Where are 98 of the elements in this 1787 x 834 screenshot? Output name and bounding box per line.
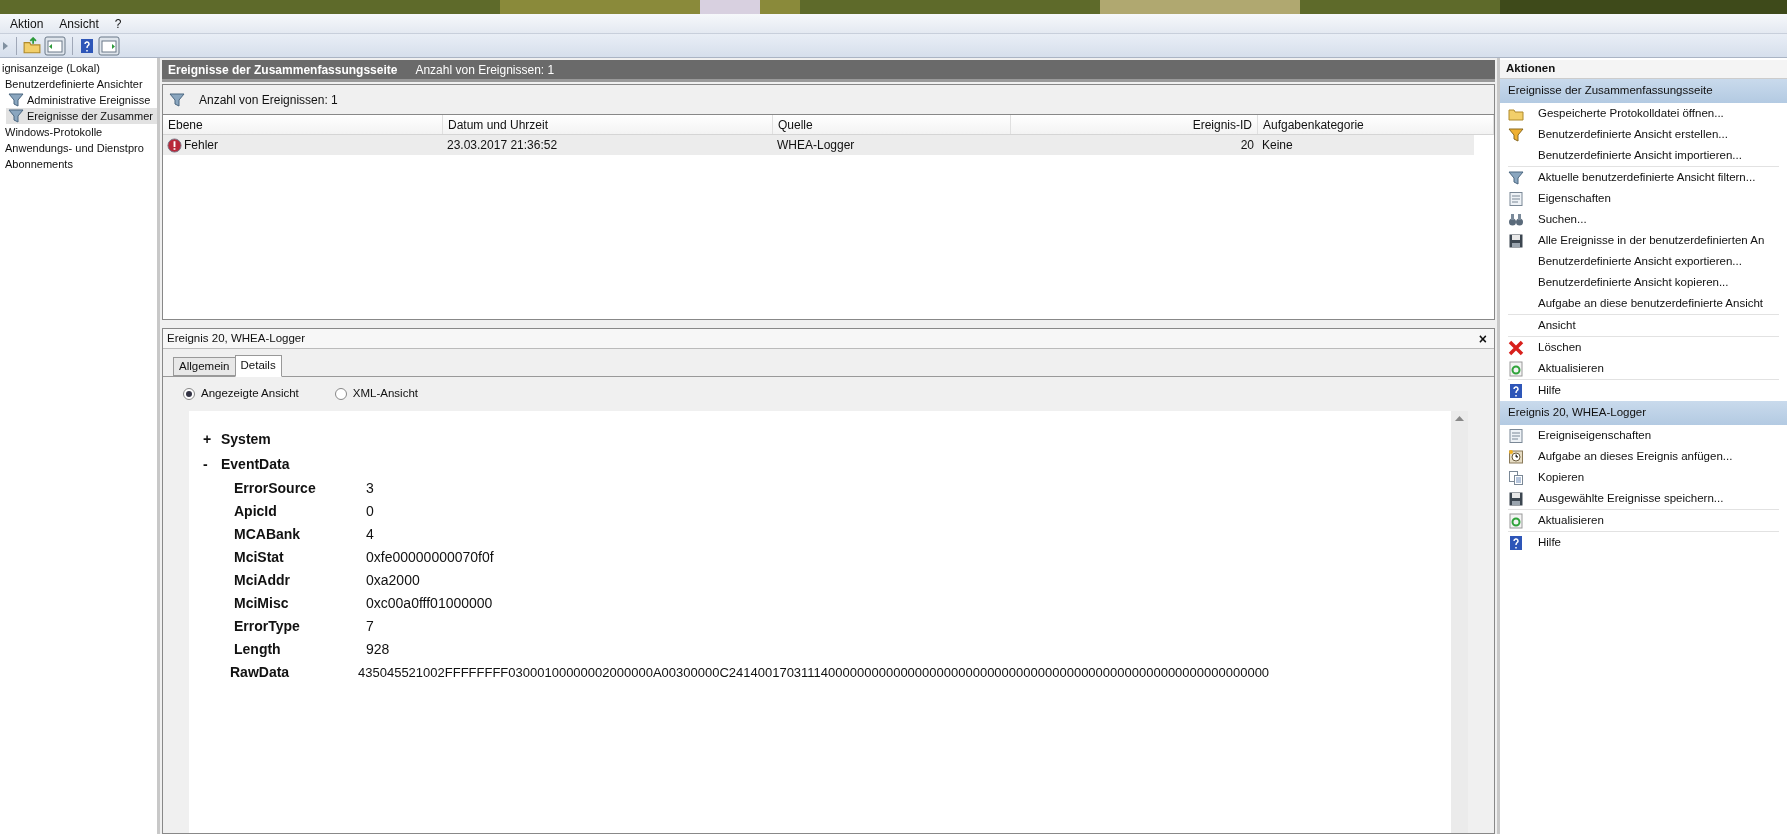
table-cell-text: WHEA-Logger bbox=[777, 137, 855, 154]
radio-option[interactable]: Angezeigte Ansicht bbox=[183, 385, 299, 403]
expand-toggle[interactable]: - bbox=[203, 454, 211, 475]
close-button[interactable]: × bbox=[1475, 331, 1490, 346]
field-value: 4 bbox=[366, 525, 374, 544]
properties-icon bbox=[1508, 427, 1524, 444]
refresh-icon bbox=[1508, 512, 1524, 529]
radio-button[interactable] bbox=[183, 388, 195, 400]
action-item[interactable]: Suchen... bbox=[1538, 210, 1587, 229]
column-header[interactable]: Ebene bbox=[163, 115, 443, 134]
action-item[interactable]: Hilfe bbox=[1538, 381, 1561, 400]
action-item[interactable]: Benutzerdefinierte Ansicht erstellen... bbox=[1538, 125, 1728, 144]
action-item[interactable]: Alle Ereignisse in der benutzerdefinierten An bbox=[1538, 231, 1765, 250]
action-item[interactable]: Ansicht bbox=[1538, 316, 1576, 335]
field-value: 435045521002FFFFFFFF03000100000002000000A00300000C241400170311140000000000000000000000000000000000000000000000000000000000000 bbox=[358, 663, 1270, 682]
tree-item[interactable]: Administrative Ereignisse bbox=[6, 92, 157, 108]
copy-icon bbox=[1508, 469, 1524, 486]
section-name: System bbox=[221, 430, 271, 449]
pane-toggle-icon[interactable] bbox=[44, 35, 66, 56]
action-item[interactable]: Kopieren bbox=[1538, 468, 1585, 487]
refresh-icon bbox=[1508, 360, 1524, 377]
action-item[interactable]: Aufgabe an diese benutzerdefinierte Ansicht bbox=[1538, 294, 1764, 313]
pane-toggle-icon[interactable] bbox=[98, 35, 120, 56]
actions-title: Aktionen bbox=[1500, 60, 1787, 79]
action-item[interactable]: Gespeicherte Protokolldatei öffnen... bbox=[1538, 104, 1724, 123]
action-item[interactable]: Hilfe bbox=[1538, 533, 1561, 552]
filter-icon bbox=[1508, 126, 1524, 143]
tree-item[interactable]: Abonnements bbox=[3, 156, 157, 172]
header-title: Ereignisse der Zusammenfassungsseite bbox=[168, 61, 398, 79]
column-header[interactable]: Ereignis-ID bbox=[1011, 115, 1258, 134]
details-title: Ereignis 20, WHEA-Logger bbox=[167, 330, 306, 346]
filter-icon bbox=[1508, 169, 1524, 186]
field-name: ErrorType bbox=[234, 617, 301, 636]
action-item[interactable]: Eigenschaften bbox=[1538, 189, 1611, 208]
delete-icon bbox=[1508, 339, 1524, 356]
tree-item[interactable]: ignisanzeige (Lokal) bbox=[0, 60, 157, 76]
field-name: ApicId bbox=[234, 502, 278, 521]
field-value: 0xfe00000000070f0f bbox=[366, 548, 494, 567]
field-name: ErrorSource bbox=[234, 479, 317, 498]
field-name: MciMisc bbox=[234, 594, 290, 613]
action-item[interactable]: Ereigniseigenschaften bbox=[1538, 426, 1652, 445]
action-item[interactable]: Benutzerdefinierte Ansicht importieren... bbox=[1538, 146, 1742, 165]
help-icon[interactable] bbox=[79, 36, 95, 55]
section-header[interactable]: Ereignisse der Zusammenfassungsseite bbox=[1500, 79, 1787, 103]
properties-icon bbox=[1508, 190, 1524, 207]
help-icon bbox=[1508, 534, 1524, 551]
help-icon bbox=[1508, 382, 1524, 399]
menu-item[interactable]: Aktion bbox=[2, 14, 52, 33]
section-name: EventData bbox=[221, 455, 290, 474]
field-value: 3 bbox=[366, 479, 374, 498]
tree-item[interactable]: Anwendungs- und Dienstpro bbox=[3, 140, 157, 156]
section-header[interactable]: Ereignis 20, WHEA-Logger bbox=[1500, 401, 1787, 425]
table-cell-text: Keine bbox=[1262, 137, 1293, 154]
action-item[interactable]: Benutzerdefinierte Ansicht kopieren... bbox=[1538, 273, 1729, 292]
tree-item[interactable]: Benutzerdefinierte Ansichter bbox=[3, 76, 157, 92]
action-item[interactable]: Aktualisieren bbox=[1538, 511, 1604, 530]
action-item[interactable]: Benutzerdefinierte Ansicht exportieren... bbox=[1538, 252, 1742, 271]
header-count: Anzahl von Ereignissen: 1 bbox=[415, 61, 555, 79]
clock-icon bbox=[1508, 448, 1524, 465]
event-count: Anzahl von Ereignissen: 1 bbox=[199, 91, 338, 109]
table-cell-text: 23.03.2017 21:36:52 bbox=[447, 137, 558, 154]
action-item[interactable]: Aktualisieren bbox=[1538, 359, 1604, 378]
field-value: 0xa2000 bbox=[366, 571, 420, 590]
binoculars-icon bbox=[1508, 211, 1524, 228]
action-item[interactable]: Ausgewählte Ereignisse speichern... bbox=[1538, 489, 1724, 508]
scrollbar[interactable] bbox=[1451, 411, 1468, 833]
field-value: 0 bbox=[366, 502, 374, 521]
error-icon bbox=[167, 137, 182, 153]
table-row[interactable]: Fehler 23.03.2017 21:36:52 WHEA-Logger 20 Keine bbox=[163, 135, 1474, 155]
action-item[interactable]: Aktuelle benutzerdefinierte Ansicht filtern... bbox=[1538, 168, 1756, 187]
field-name: MCABank bbox=[234, 525, 302, 544]
filter-icon bbox=[169, 91, 185, 108]
expand-toggle[interactable]: + bbox=[203, 429, 211, 450]
tree-item[interactable]: Ereignisse der Zusammer bbox=[6, 108, 157, 124]
field-name: Length bbox=[234, 640, 282, 659]
tree-item[interactable]: Windows-Protokolle bbox=[3, 124, 157, 140]
radio-option[interactable]: XML-Ansicht bbox=[334, 385, 418, 403]
action-item[interactable]: Aufgabe an dieses Ereignis anfügen... bbox=[1538, 447, 1733, 466]
field-value: 0xc00a0fff01000000 bbox=[366, 594, 493, 613]
field-value: 7 bbox=[366, 617, 374, 636]
table-cell-text: 20 bbox=[1240, 137, 1254, 154]
column-header[interactable]: Quelle bbox=[773, 115, 1011, 134]
tab[interactable]: Details bbox=[234, 355, 282, 377]
action-item[interactable]: Löschen bbox=[1538, 338, 1582, 357]
column-header[interactable]: Datum und Uhrzeit bbox=[443, 115, 773, 134]
menu-item[interactable]: ? bbox=[106, 14, 130, 33]
filter-icon bbox=[8, 108, 24, 124]
menu-item[interactable]: Ansicht bbox=[51, 14, 107, 33]
table-cell-text: Fehler bbox=[184, 137, 218, 154]
field-name: MciAddr bbox=[234, 571, 291, 590]
field-name: RawData bbox=[230, 663, 291, 682]
tab[interactable]: Allgemein bbox=[173, 357, 235, 376]
radio-button[interactable] bbox=[334, 388, 347, 400]
column-header[interactable]: Aufgabenkategorie bbox=[1258, 115, 1494, 134]
folder-up-icon[interactable] bbox=[23, 36, 41, 55]
field-value: 928 bbox=[366, 640, 390, 659]
scroll-up-icon[interactable] bbox=[1455, 415, 1464, 421]
field-name: MciStat bbox=[234, 548, 285, 567]
